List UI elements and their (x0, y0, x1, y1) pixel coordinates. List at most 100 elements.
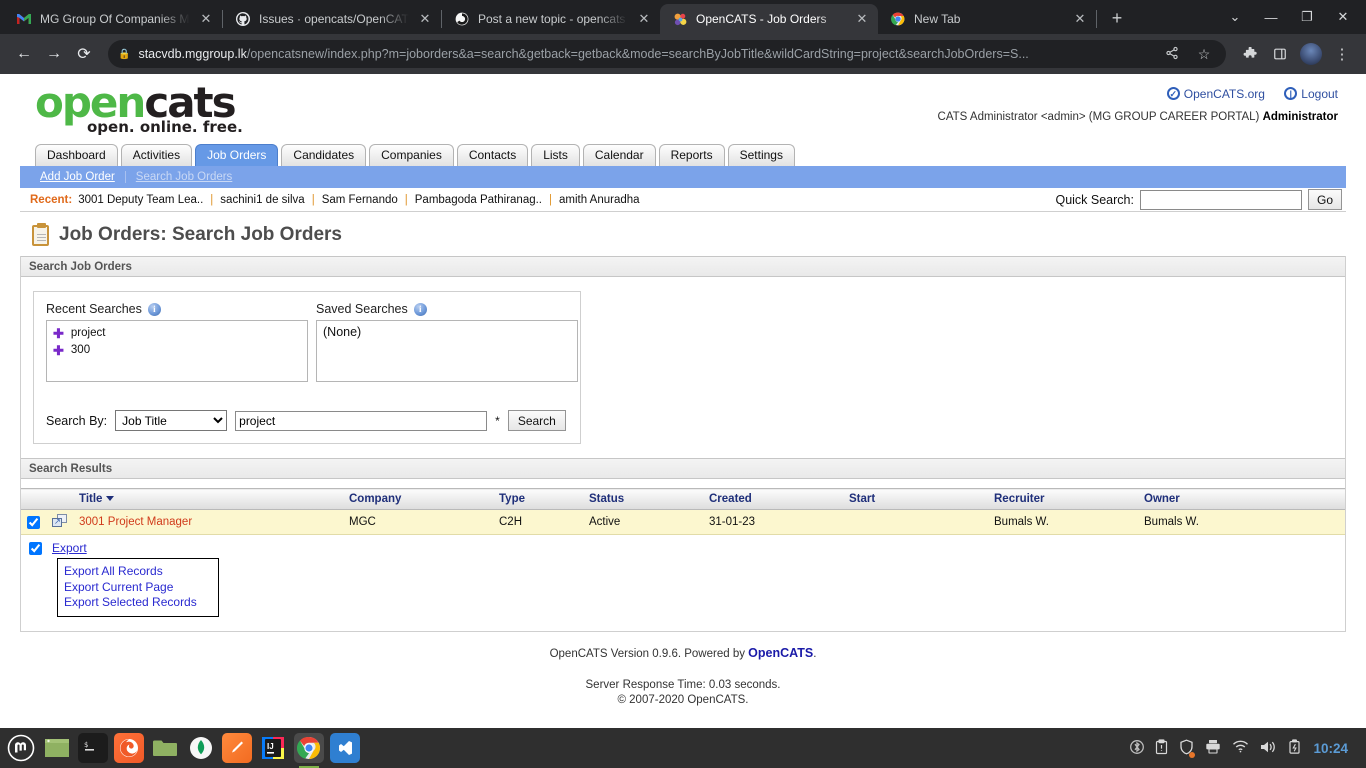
browser-tab-active[interactable]: OpenCATS - Job Orders ✕ (660, 4, 878, 34)
column-recruiter[interactable]: Recruiter (988, 489, 1138, 510)
search-input[interactable] (235, 411, 487, 431)
opencats-org-label[interactable]: OpenCATS.org (1184, 87, 1265, 101)
bookmark-star-icon[interactable]: ☆ (1192, 46, 1216, 63)
tab-contacts[interactable]: Contacts (457, 144, 528, 166)
mongodb-compass-icon[interactable] (186, 733, 216, 763)
tab-job-orders[interactable]: Job Orders (195, 144, 278, 166)
export-all-records-item[interactable]: Export All Records (64, 564, 218, 580)
table-row[interactable]: ↗ 3001 Project Manager MGC C2H Active 31… (21, 510, 1345, 535)
recent-item[interactable]: Pambagoda Pathiranag.. (415, 194, 542, 206)
tab-search-icon[interactable]: ⌄ (1218, 2, 1252, 32)
google-chrome-icon[interactable] (294, 733, 324, 763)
tab-activities[interactable]: Activities (121, 144, 192, 166)
close-icon[interactable]: ✕ (636, 11, 652, 27)
back-icon[interactable]: ← (10, 40, 38, 68)
info-icon[interactable]: i (148, 303, 161, 316)
recent-search-item[interactable]: ✚ 300 (53, 342, 301, 359)
opencats-org-link[interactable]: ✓ OpenCATS.org (1167, 87, 1265, 101)
menu-icon[interactable]: ⋮ (1328, 40, 1356, 68)
close-window-icon[interactable]: ✕ (1326, 2, 1360, 32)
plus-icon[interactable]: ✚ (53, 325, 64, 342)
tab-settings[interactable]: Settings (728, 144, 795, 166)
info-icon[interactable]: i (414, 303, 427, 316)
extensions-icon[interactable] (1236, 40, 1264, 68)
side-panel-icon[interactable] (1266, 40, 1294, 68)
export-current-page-item[interactable]: Export Current Page (64, 580, 218, 596)
volume-icon[interactable] (1260, 740, 1277, 757)
open-in-window-icon[interactable]: ↗ (52, 514, 67, 527)
close-icon[interactable]: ✕ (198, 11, 214, 27)
quick-search-go-button[interactable]: Go (1308, 189, 1342, 210)
column-owner[interactable]: Owner (1138, 489, 1345, 510)
tab-companies[interactable]: Companies (369, 144, 454, 166)
tab-dashboard[interactable]: Dashboard (35, 144, 118, 166)
browser-tab[interactable]: Post a new topic - opencats ✕ (442, 4, 660, 34)
export-selected-records-item[interactable]: Export Selected Records (64, 595, 218, 611)
column-type[interactable]: Type (493, 489, 583, 510)
bluetooth-icon[interactable] (1130, 739, 1144, 758)
close-icon[interactable]: ✕ (854, 11, 870, 27)
column-status[interactable]: Status (583, 489, 703, 510)
recent-search-label[interactable]: project (71, 325, 106, 342)
shield-icon[interactable] (1179, 739, 1194, 758)
export-link[interactable]: Export (52, 541, 87, 555)
linux-mint-menu-icon[interactable] (6, 733, 36, 763)
job-order-title-link[interactable]: 3001 Project Manager (79, 516, 192, 528)
search-button[interactable]: Search (508, 410, 566, 431)
close-icon[interactable]: ✕ (417, 11, 433, 27)
logout-link[interactable]: | Logout (1284, 87, 1338, 101)
wifi-icon[interactable] (1232, 740, 1249, 756)
profile-avatar[interactable] (1300, 43, 1322, 65)
column-title[interactable]: Title (73, 489, 343, 510)
terminal-icon[interactable]: $ (78, 733, 108, 763)
taskbar-clock[interactable]: 10:24 (1313, 741, 1348, 756)
recent-item[interactable]: Sam Fernando (322, 194, 398, 206)
logout-label[interactable]: Logout (1301, 87, 1338, 101)
share-icon[interactable] (1160, 46, 1184, 63)
minimize-icon[interactable]: — (1254, 2, 1288, 32)
cell-title[interactable]: 3001 Project Manager (73, 510, 343, 535)
new-tab-button[interactable]: + (1103, 4, 1131, 32)
recent-item[interactable]: sachini1 de silva (220, 194, 304, 206)
file-manager-icon[interactable] (150, 733, 180, 763)
column-start[interactable]: Start (843, 489, 988, 510)
postman-icon[interactable] (222, 733, 252, 763)
browser-tab[interactable]: Issues · opencats/OpenCATS ✕ (223, 4, 441, 34)
version-line: OpenCATS Version 0.9.6. Powered by OpenC… (20, 646, 1346, 660)
tab-calendar[interactable]: Calendar (583, 144, 656, 166)
export-checkbox[interactable] (29, 542, 42, 555)
browser-tab[interactable]: New Tab ✕ (878, 4, 1096, 34)
close-icon[interactable]: ✕ (1072, 11, 1088, 27)
column-created[interactable]: Created (703, 489, 843, 510)
vs-code-icon[interactable] (330, 733, 360, 763)
quick-search-input[interactable] (1140, 190, 1302, 210)
column-company[interactable]: Company (343, 489, 493, 510)
tab-reports[interactable]: Reports (659, 144, 725, 166)
recent-item[interactable]: amith Anuradha (559, 194, 640, 206)
forward-icon[interactable]: → (40, 40, 68, 68)
search-by-select[interactable]: Job Title Company Name Job ID Key Words … (115, 410, 227, 431)
tab-candidates[interactable]: Candidates (281, 144, 366, 166)
battery-icon[interactable] (1288, 739, 1302, 758)
subnav-add-job-order[interactable]: Add Job Order (30, 171, 125, 183)
recent-item[interactable]: 3001 Deputy Team Lea.. (78, 194, 203, 206)
row-checkbox[interactable] (27, 516, 40, 529)
browser-tab[interactable]: MG Group Of Companies M... ✕ (4, 4, 222, 34)
row-screen-icon-cell[interactable]: ↗ (46, 510, 73, 535)
recent-search-item[interactable]: ✚ project (53, 325, 301, 342)
subnav-search-job-orders[interactable]: Search Job Orders (126, 171, 243, 183)
opencats-footer-link[interactable]: OpenCATS (748, 646, 813, 660)
printer-icon[interactable] (1205, 739, 1221, 757)
clipboard-icon[interactable] (1155, 739, 1168, 758)
reload-icon[interactable]: ⟳ (70, 40, 98, 68)
plus-icon[interactable]: ✚ (53, 342, 64, 359)
maximize-icon[interactable]: ❐ (1290, 2, 1324, 32)
window-list-icon[interactable] (42, 733, 72, 763)
address-bar[interactable]: 🔒 stacvdb.mggroup.lk/opencatsnew/index.p… (108, 40, 1226, 68)
recent-search-label[interactable]: 300 (71, 342, 90, 359)
opencats-logo[interactable]: opencats open. online. free. (35, 82, 243, 135)
tab-lists[interactable]: Lists (531, 144, 580, 166)
row-select-cell[interactable] (21, 510, 46, 535)
firefox-icon[interactable] (114, 733, 144, 763)
intellij-idea-icon[interactable]: IJ (258, 733, 288, 763)
